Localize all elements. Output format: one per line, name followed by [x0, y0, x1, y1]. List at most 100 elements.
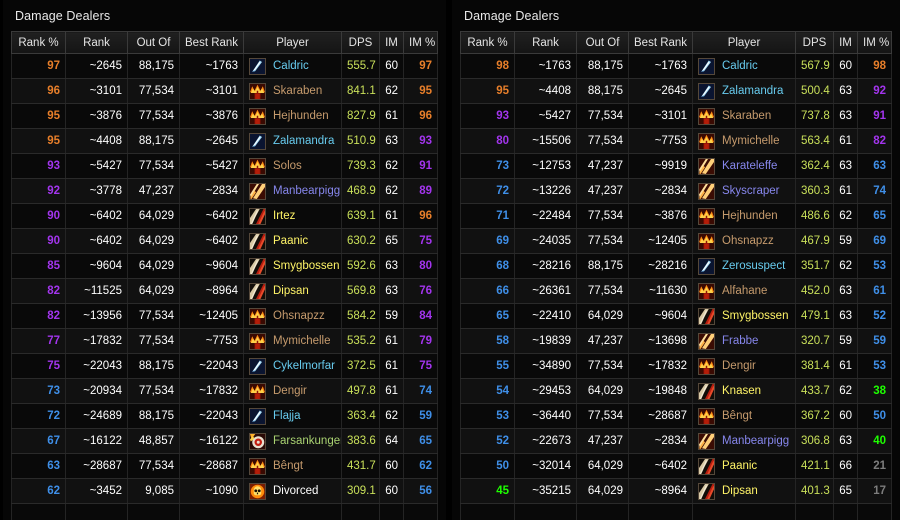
table-row[interactable]: 85 ~9604 64,029 ~9604 Smygbossen 592.6 63 80 [11, 253, 438, 279]
table-row[interactable]: 73 ~20934 77,534 ~17832 Dengir 497.8 61 74 [11, 378, 438, 404]
table-row[interactable]: 58 ~19839 47,237 ~13698 Frabbe 320.7 59 59 [460, 328, 892, 354]
table-row[interactable]: 82 ~11525 64,029 ~8964 Dipsan 569.8 63 76 [11, 278, 438, 304]
player-name: Manbearpigg [273, 185, 341, 197]
cell-player[interactable]: Frabbe [692, 328, 796, 354]
column-header-out-of[interactable]: Out Of [127, 31, 180, 54]
cell-player[interactable]: Ohsnapzz [243, 303, 342, 329]
column-header-rank-pct[interactable]: Rank % [11, 31, 66, 54]
table-row[interactable]: 98 ~1763 88,175 ~1763 Caldric 567.9 60 98 [460, 53, 892, 79]
cell-player[interactable]: Manbearpigg [692, 428, 796, 454]
table-row[interactable]: 63 ~28687 77,534 ~28687 Bêngt 431.7 60 62 [11, 453, 438, 479]
cell-player[interactable]: Flajja [243, 403, 342, 429]
cell-player[interactable]: Zerosuspect [692, 253, 796, 279]
table-row[interactable]: 90 ~6402 64,029 ~6402 Paanic 630.2 65 75 [11, 228, 438, 254]
cell-player[interactable]: Dengir [692, 353, 796, 379]
cell-player[interactable]: Bêngt [243, 453, 342, 479]
cell-player[interactable] [692, 503, 796, 520]
cell-player[interactable]: Smygbossen [692, 303, 796, 329]
cell-player[interactable]: Caldric [692, 53, 796, 79]
table-row[interactable]: 75 ~22043 88,175 ~22043 Cykelmorfar 372.5 61 75 [11, 353, 438, 379]
table-row[interactable]: 93 ~5427 77,534 ~3101 Skaraben 737.8 63 91 [460, 103, 892, 129]
table-row[interactable]: 65 ~22410 64,029 ~9604 Smygbossen 479.1 63 52 [460, 303, 892, 329]
cell-player[interactable]: Zalamandra [243, 128, 342, 154]
cell-player[interactable]: Paanic [243, 228, 342, 254]
table-row[interactable]: 95 ~3876 77,534 ~3876 Hejhunden 827.9 61 96 [11, 103, 438, 129]
table-row[interactable]: 72 ~24689 88,175 ~22043 Flajja 363.4 62 59 [11, 403, 438, 429]
cell-player[interactable]: Ohsnapzz [692, 228, 796, 254]
cell-player[interactable]: Smygbossen [243, 253, 342, 279]
cell-player[interactable]: Divorced [243, 478, 342, 504]
cell-player[interactable]: Dipsan [692, 478, 796, 504]
frostbolt-icon [249, 57, 266, 75]
column-header-dps[interactable]: DPS [795, 31, 834, 54]
table-row[interactable]: 93 ~5427 77,534 ~5427 Solos 739.3 62 91 [11, 153, 438, 179]
column-header-im[interactable]: IM [379, 31, 404, 54]
table-row[interactable]: 92 ~3778 47,237 ~2834 Manbearpigg 468.9 62 89 [11, 178, 438, 204]
table-row[interactable]: 66 ~26361 77,534 ~11630 Alfahane 452.0 63 61 [460, 278, 892, 304]
column-header-player[interactable]: Player [692, 31, 796, 54]
cell-player[interactable]: Solos [243, 153, 342, 179]
cell-im: 61 [833, 353, 858, 379]
cell-player[interactable]: Mymichelle [243, 328, 342, 354]
table-row[interactable]: 45 ~35215 64,029 ~8964 Dipsan 401.3 65 17 [460, 478, 892, 504]
cell-player[interactable]: Karateleffe [692, 153, 796, 179]
cell-player[interactable]: Alfahane [692, 278, 796, 304]
table-row[interactable]: 97 ~2645 88,175 ~1763 Caldric 555.7 60 97 [11, 53, 438, 79]
cell-player[interactable]: Paanic [692, 453, 796, 479]
cell-player[interactable]: Bêngt [692, 403, 796, 429]
column-header-im-pct[interactable]: IM % [857, 31, 892, 54]
table-row[interactable]: 69 ~24035 77,534 ~12405 Ohsnapzz 467.9 59 69 [460, 228, 892, 254]
cell-im: 61 [379, 103, 404, 129]
cell-player[interactable]: Skyscraper [692, 178, 796, 204]
cell-best-rank [628, 503, 693, 520]
cell-player[interactable]: Knasen [692, 378, 796, 404]
cell-player[interactable]: Farsankungen [243, 428, 342, 454]
cell-player[interactable]: Zalamandra [692, 78, 796, 104]
table-row[interactable]: 55 ~34890 77,534 ~17832 Dengir 381.4 61 53 [460, 353, 892, 379]
cell-player[interactable]: Skaraben [692, 103, 796, 129]
cell-player[interactable]: Skaraben [243, 78, 342, 104]
cell-player[interactable]: Irtez [243, 203, 342, 229]
cell-player[interactable]: Caldric [243, 53, 342, 79]
cell-player[interactable]: Manbearpigg [243, 178, 342, 204]
column-header-rank[interactable]: Rank [514, 31, 577, 54]
column-header-im-pct[interactable]: IM % [403, 31, 438, 54]
table-row[interactable]: 77 ~17832 77,534 ~7753 Mymichelle 535.2 61 79 [11, 328, 438, 354]
table-row[interactable]: 96 ~3101 77,534 ~3101 Skaraben 841.1 62 95 [11, 78, 438, 104]
column-header-best-rank[interactable]: Best Rank [628, 31, 693, 54]
cell-player[interactable]: Dengir [243, 378, 342, 404]
table-row[interactable]: 68 ~28216 88,175 ~28216 Zerosuspect 351.7 62 53 [460, 253, 892, 279]
cell-best-rank: ~22043 [179, 353, 244, 379]
cell-player[interactable] [243, 503, 342, 520]
table-row[interactable]: 54 ~29453 64,029 ~19848 Knasen 433.7 62 38 [460, 378, 892, 404]
table-row[interactable]: 62 ~3452 9,085 ~1090 Divorced 309.1 60 56 [11, 478, 438, 504]
cell-player[interactable]: Mymichelle [692, 128, 796, 154]
cell-player[interactable]: Cykelmorfar [243, 353, 342, 379]
column-header-best-rank[interactable]: Best Rank [179, 31, 244, 54]
table-row[interactable]: 53 ~36440 77,534 ~28687 Bêngt 367.2 60 50 [460, 403, 892, 429]
column-header-im[interactable]: IM [833, 31, 858, 54]
table-row[interactable]: 80 ~15506 77,534 ~7753 Mymichelle 563.4 61 82 [460, 128, 892, 154]
table-row[interactable]: 50 ~32014 64,029 ~6402 Paanic 421.1 66 21 [460, 453, 892, 479]
column-header-out-of[interactable]: Out Of [576, 31, 629, 54]
table-row[interactable]: 95 ~4408 88,175 ~2645 Zalamandra 510.9 63 93 [11, 128, 438, 154]
table-row-partial[interactable] [460, 503, 892, 520]
table-row[interactable]: 72 ~13226 47,237 ~2834 Skyscraper 360.3 61 74 [460, 178, 892, 204]
table-row[interactable]: 82 ~13956 77,534 ~12405 Ohsnapzz 584.2 59 84 [11, 303, 438, 329]
cell-player[interactable]: Hejhunden [243, 103, 342, 129]
cell-im: 62 [833, 253, 858, 279]
column-header-player[interactable]: Player [243, 31, 342, 54]
table-row[interactable]: 73 ~12753 47,237 ~9919 Karateleffe 362.4 63 63 [460, 153, 892, 179]
cell-player[interactable]: Dipsan [243, 278, 342, 304]
table-row[interactable]: 52 ~22673 47,237 ~2834 Manbearpigg 306.8 63 40 [460, 428, 892, 454]
column-header-rank-pct[interactable]: Rank % [460, 31, 515, 54]
column-header-rank[interactable]: Rank [65, 31, 128, 54]
table-row[interactable]: 71 ~22484 77,534 ~3876 Hejhunden 486.6 62 65 [460, 203, 892, 229]
table-row-partial[interactable] [11, 503, 438, 520]
table-row[interactable]: 67 ~16122 48,857 ~16122 Farsankungen 383.6 64 6… [11, 428, 438, 454]
cell-rank: ~22673 [514, 428, 577, 454]
column-header-dps[interactable]: DPS [341, 31, 380, 54]
table-row[interactable]: 90 ~6402 64,029 ~6402 Irtez 639.1 61 96 [11, 203, 438, 229]
table-row[interactable]: 95 ~4408 88,175 ~2645 Zalamandra 500.4 63 92 [460, 78, 892, 104]
cell-player[interactable]: Hejhunden [692, 203, 796, 229]
